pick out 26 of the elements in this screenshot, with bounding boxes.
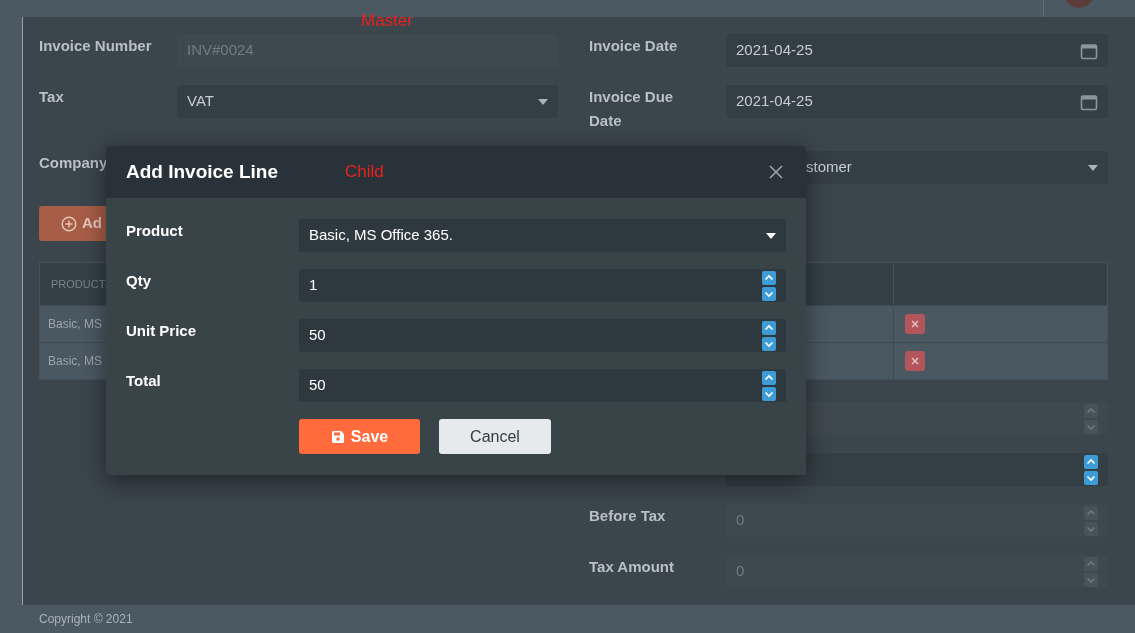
- dialog-title: Add Invoice Line: [126, 159, 280, 184]
- field-label: Tax: [39, 87, 64, 107]
- date-field[interactable]: 2021-04-25: [726, 85, 1108, 118]
- copyright-text: Copyright © 2021: [39, 611, 133, 628]
- column-header: PRODUCT: [51, 276, 106, 292]
- number-field[interactable]: 50: [299, 319, 786, 352]
- number-field[interactable]: 1: [299, 269, 786, 302]
- field-label: Invoice Number: [39, 36, 152, 56]
- date-field[interactable]: 2021-04-25: [726, 34, 1108, 67]
- master-annotation: Master: [361, 12, 413, 29]
- field-label: Tax Amount: [589, 557, 674, 577]
- table-cell-text: Basic, MS: [48, 316, 102, 333]
- select-field[interactable]: VAT: [177, 85, 558, 118]
- field-label: Product: [126, 221, 183, 241]
- select-field[interactable]: Basic, MS Office 365.: [299, 219, 786, 252]
- field-label: Invoice Date: [589, 36, 678, 56]
- number-field[interactable]: 50: [299, 369, 786, 402]
- field-label: Company: [39, 153, 108, 173]
- field-label: Before Tax: [589, 506, 666, 526]
- field-label: Total: [126, 371, 161, 391]
- field-label: Unit Price: [126, 321, 197, 341]
- field-label: Qty: [126, 271, 151, 291]
- cancel-button[interactable]: Cancel: [439, 419, 551, 454]
- table-cell-text: Basic, MS: [48, 353, 102, 370]
- field-label: Invoice Due Date: [589, 87, 675, 131]
- child-annotation: Child: [345, 161, 385, 184]
